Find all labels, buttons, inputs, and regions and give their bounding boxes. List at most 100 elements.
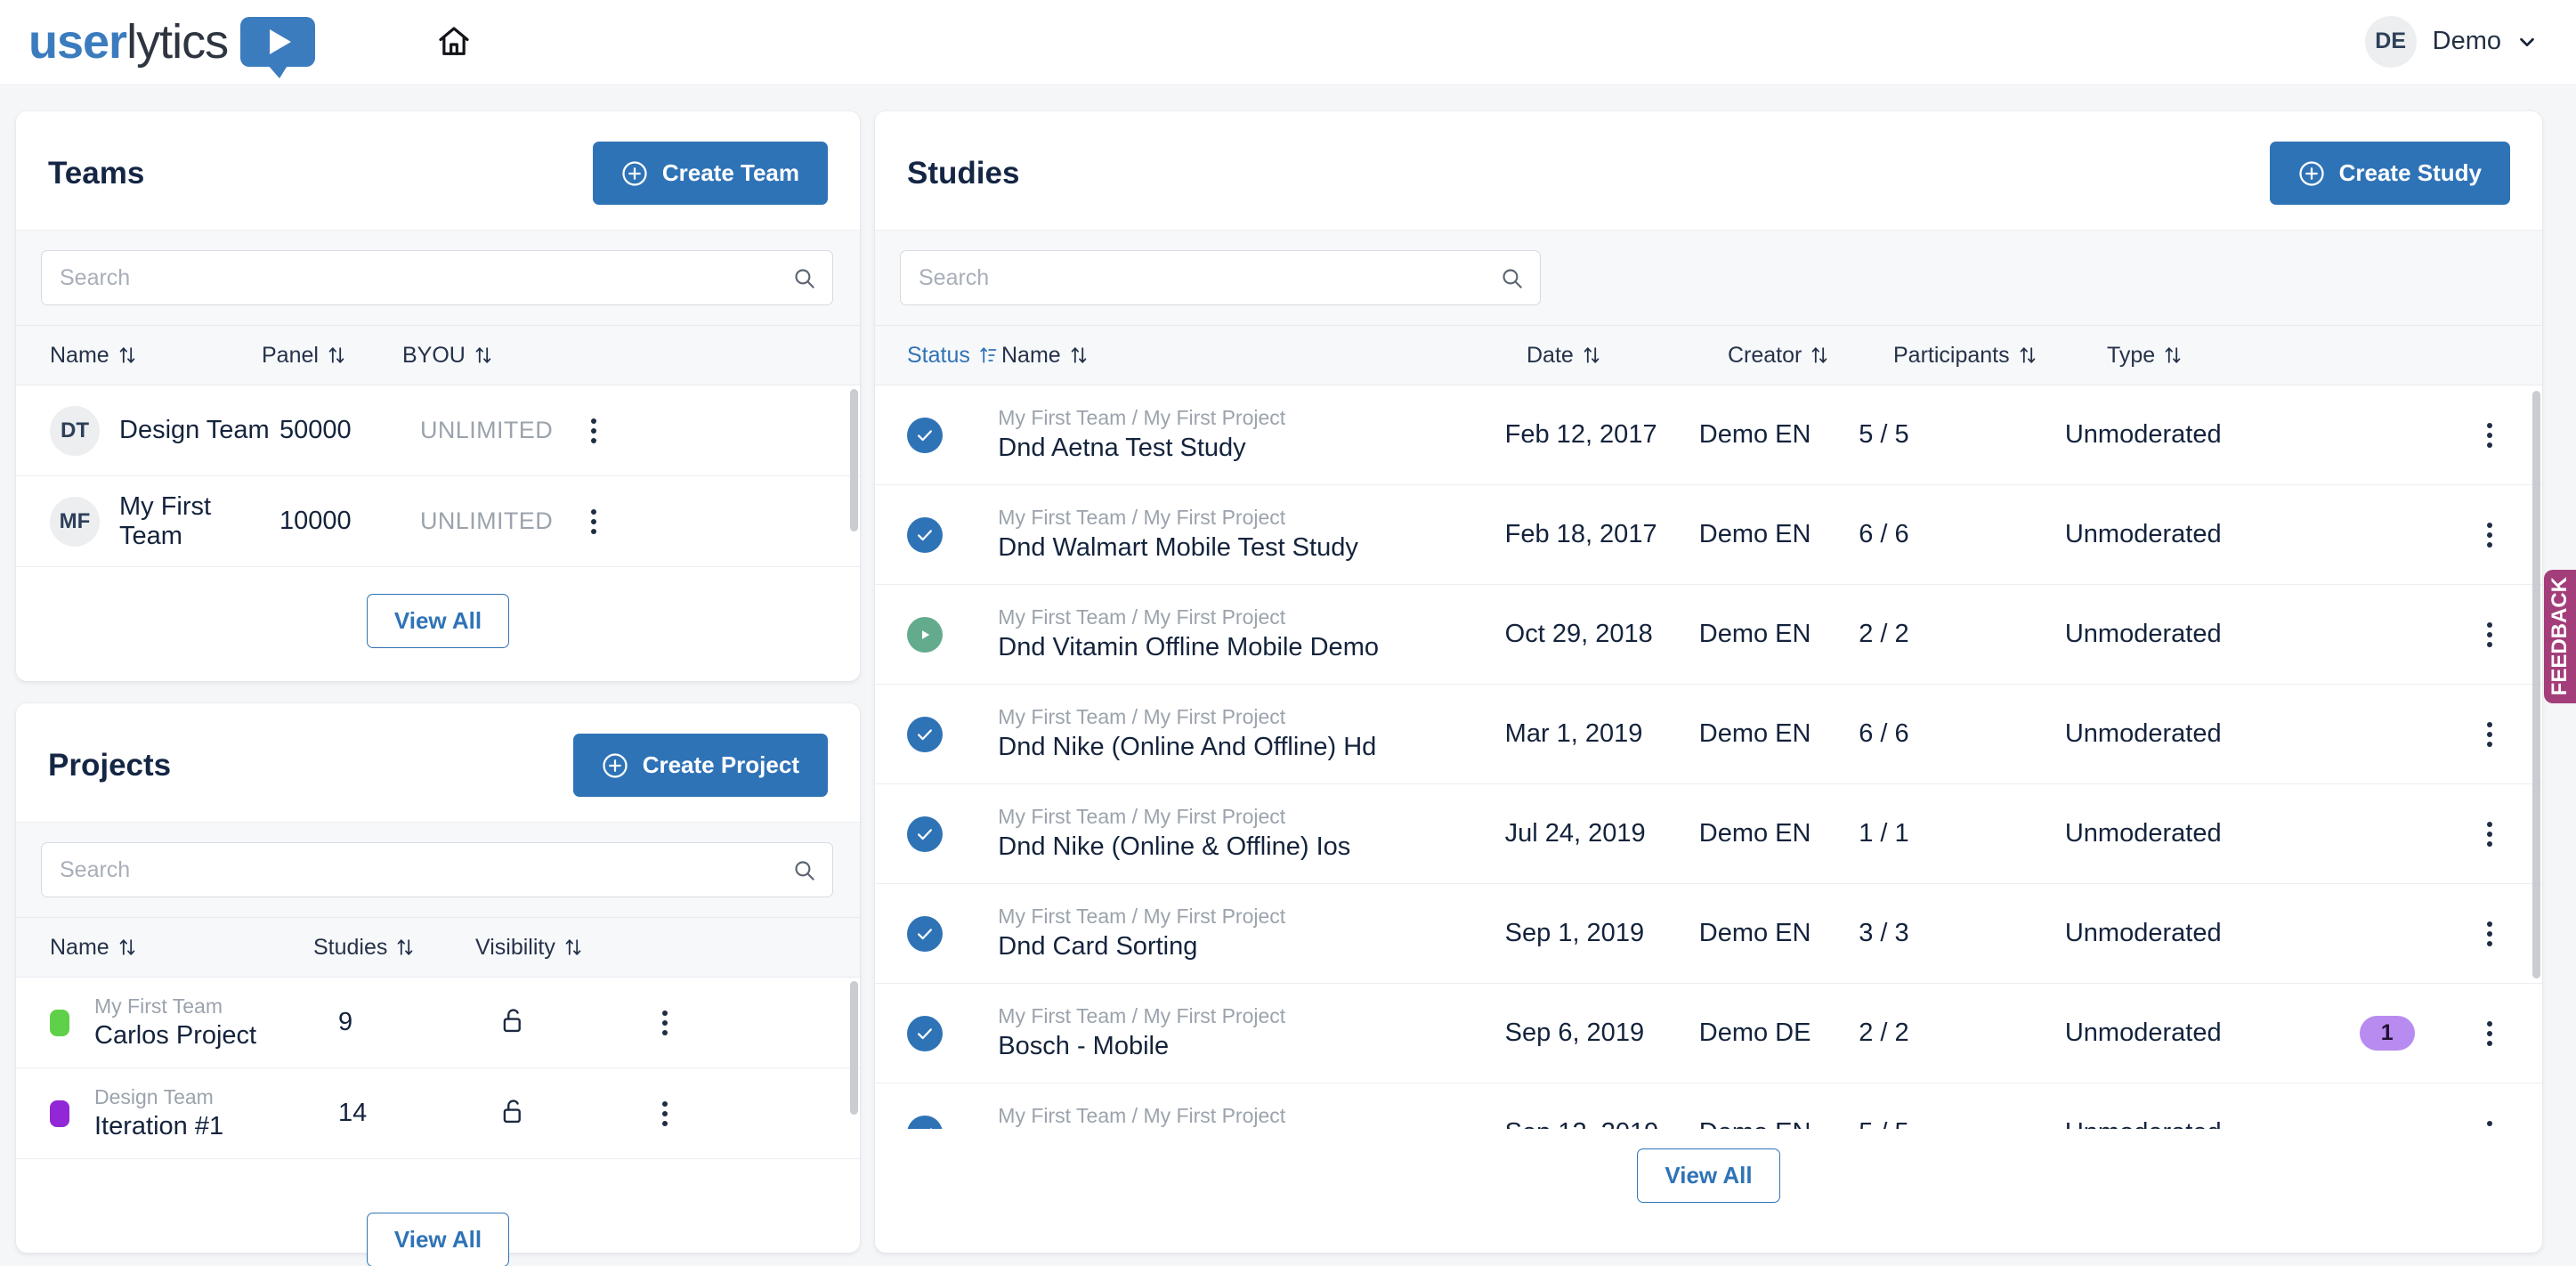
teams-col-panel-label: Panel [262, 342, 319, 368]
study-type: Unmoderated [2064, 620, 2222, 648]
top-navigation-bar: userlytics DE Demo [0, 0, 2576, 84]
study-breadcrumb: My First Team / My First Project [998, 704, 1286, 728]
row-menu-icon[interactable] [580, 508, 607, 534]
projects-scrollbar[interactable] [850, 981, 858, 1115]
table-row[interactable]: My First Team / My First Project Dnd Car… [875, 884, 2542, 984]
studies-col-name-label: Name [1001, 342, 1061, 368]
row-menu-icon[interactable] [580, 418, 607, 443]
table-row[interactable] [16, 567, 860, 574]
teams-col-panel[interactable]: Panel [262, 343, 402, 369]
teams-search-zone [16, 230, 860, 325]
teams-scrollbar[interactable] [850, 389, 858, 532]
projects-search-input[interactable] [42, 843, 832, 897]
studies-col-creator-label: Creator [1728, 342, 1802, 368]
studies-col-creator[interactable]: Creator [1728, 343, 1893, 369]
row-menu-icon[interactable] [652, 1100, 678, 1126]
projects-table-body[interactable]: My First Team Carlos Project 9 Design Te… [16, 978, 860, 1193]
study-breadcrumb: My First Team / My First Project [998, 605, 1286, 629]
row-menu-icon[interactable] [2476, 422, 2503, 448]
row-menu-cell[interactable] [2451, 621, 2503, 647]
project-names: Design Team Iteration #1 [94, 1084, 338, 1142]
table-row[interactable]: My First Team [16, 1159, 860, 1193]
studies-table-body[interactable]: My First Team / My First Project Dnd Aet… [875, 385, 2542, 1129]
project-team-label: My First Team [94, 994, 223, 1018]
team-panel-value: 50000 [279, 416, 352, 444]
study-name-cell: My First Team / My First Project Dnd Wal… [998, 505, 1504, 565]
studies-col-type[interactable]: Type [2107, 343, 2374, 369]
row-menu-cell[interactable] [2451, 522, 2503, 548]
row-menu-icon[interactable] [2476, 522, 2503, 548]
study-creator: Demo EN [1698, 520, 1811, 548]
row-menu-icon[interactable] [2476, 921, 2503, 946]
table-row[interactable]: My First Team / My First Project (Na) Dn… [875, 1083, 2542, 1129]
projects-view-all-button[interactable]: View All [366, 1213, 510, 1266]
projects-col-studies[interactable]: Studies [313, 935, 475, 961]
studies-search-input[interactable] [901, 251, 1540, 304]
row-menu-cell[interactable] [2451, 921, 2503, 946]
row-menu-icon[interactable] [2476, 821, 2503, 847]
row-menu-icon[interactable] [2476, 621, 2503, 647]
projects-title: Projects [48, 747, 172, 783]
projects-col-visibility[interactable]: Visibility [475, 935, 627, 961]
study-creator: Demo EN [1698, 919, 1811, 947]
chevron-down-icon[interactable] [2517, 32, 2537, 52]
row-menu-cell[interactable] [2451, 1120, 2503, 1130]
study-creator: Demo EN [1699, 1118, 1859, 1129]
table-row[interactable]: My First Team / My First Project Bosch -… [875, 984, 2542, 1083]
row-menu-cell[interactable] [2451, 821, 2503, 847]
sort-icon [475, 347, 491, 363]
create-project-button[interactable]: Create Project [572, 734, 828, 797]
row-menu-icon[interactable] [2476, 1120, 2503, 1130]
team-avatar: DT [50, 405, 100, 456]
table-row[interactable]: My First Team / My First Project Dnd Aet… [875, 385, 2542, 485]
feedback-tab[interactable]: FEEDBACK [2544, 570, 2576, 703]
studies-col-participants[interactable]: Participants [1893, 343, 2107, 369]
plus-circle-icon [622, 160, 647, 186]
row-menu-cell[interactable] [2451, 721, 2503, 747]
home-icon[interactable] [429, 17, 479, 67]
studies-view-all-button[interactable]: View All [1637, 1148, 1780, 1203]
studies-col-status[interactable]: Status [907, 343, 1001, 369]
create-team-button[interactable]: Create Team [592, 142, 828, 205]
table-row[interactable]: My First Team / My First Project Dnd Vit… [875, 585, 2542, 685]
row-menu-icon[interactable] [652, 1010, 678, 1035]
row-menu-cell[interactable] [2451, 1020, 2503, 1046]
search-icon [1503, 268, 1522, 288]
study-creator: Demo EN [1698, 719, 1811, 748]
table-row[interactable]: My First Team Carlos Project 9 [16, 978, 860, 1068]
study-status [907, 417, 998, 453]
table-row[interactable]: My First Team / My First Project Dnd Wal… [875, 485, 2542, 585]
sort-icon [119, 347, 135, 363]
table-row[interactable]: My First Team / My First Project Dnd Nik… [875, 784, 2542, 884]
studies-scrollbar[interactable] [2532, 391, 2540, 978]
studies-search-box[interactable] [900, 250, 1541, 305]
table-row[interactable]: DT Design Team 50000 UNLIMITED [16, 385, 860, 476]
teams-col-byou[interactable]: BYOU [402, 343, 563, 369]
teams-view-all-button[interactable]: View All [366, 594, 510, 648]
studies-col-name[interactable]: Name [1001, 343, 1527, 369]
study-badge-cell: 1 [2322, 1016, 2451, 1051]
row-menu-icon[interactable] [2476, 721, 2503, 747]
studies-col-date[interactable]: Date [1527, 343, 1728, 369]
teams-search-input[interactable] [42, 251, 832, 304]
table-row[interactable]: MF My First Team 10000 UNLIMITED [16, 476, 860, 567]
row-menu-icon[interactable] [2476, 1020, 2503, 1046]
user-menu[interactable]: DE Demo [2364, 15, 2537, 68]
row-menu-cell[interactable] [2451, 422, 2503, 448]
study-name: Dnd Nike (Online And Offline) Hd [998, 732, 1377, 761]
study-type: Unmoderated [2064, 520, 2222, 548]
study-type: Unmoderated [2064, 719, 2222, 748]
teams-search-box[interactable] [41, 250, 833, 305]
sort-icon [328, 347, 344, 363]
table-row[interactable]: Design Team Iteration #1 14 [16, 1068, 860, 1159]
teams-table-body[interactable]: DT Design Team 50000 UNLIMITED MF My Fir… [16, 385, 860, 574]
teams-col-name-label: Name [50, 342, 109, 368]
userlytics-logo[interactable]: userlytics [28, 16, 316, 78]
projects-col-name[interactable]: Name [50, 935, 313, 961]
projects-search-box[interactable] [41, 842, 833, 897]
create-study-label: Create Study [2338, 159, 2482, 186]
projects-search-zone [16, 822, 860, 917]
create-study-button[interactable]: Create Study [2269, 142, 2510, 205]
table-row[interactable]: My First Team / My First Project Dnd Nik… [875, 685, 2542, 784]
teams-col-name[interactable]: Name [50, 343, 262, 369]
